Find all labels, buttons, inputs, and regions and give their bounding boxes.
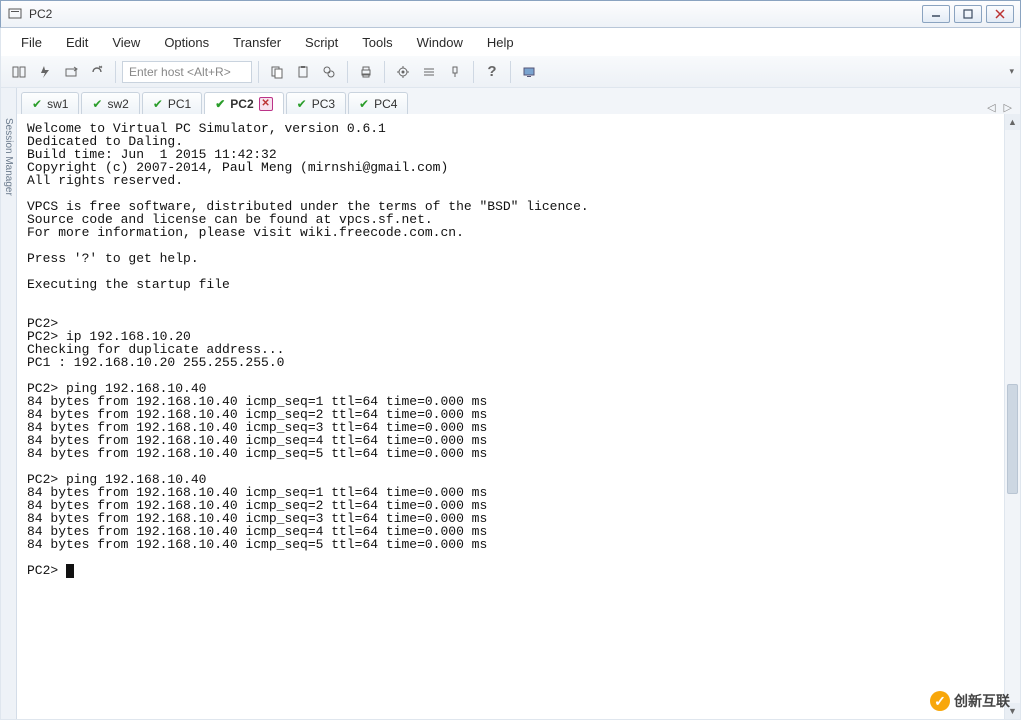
app-icon	[7, 6, 23, 22]
host-placeholder: Enter host <Alt+R>	[129, 65, 231, 79]
toolbar-separator	[510, 61, 511, 83]
tab-close-icon[interactable]: ✕	[259, 97, 273, 111]
tab-label: sw1	[47, 97, 68, 111]
disconnect-icon[interactable]	[85, 60, 109, 84]
toolbar-separator	[384, 61, 385, 83]
tab-pc4[interactable]: ✔ PC4	[348, 92, 408, 114]
tab-pc2[interactable]: ✔ PC2 ✕	[204, 92, 283, 114]
toolbar-overflow-icon[interactable]: ▾	[1009, 66, 1014, 77]
reconnect-icon[interactable]	[59, 60, 83, 84]
paste-icon[interactable]	[291, 60, 315, 84]
options-icon[interactable]	[391, 60, 415, 84]
tab-label: PC2	[230, 97, 253, 111]
find-icon[interactable]	[317, 60, 341, 84]
menu-transfer[interactable]: Transfer	[223, 31, 291, 54]
menu-file[interactable]: File	[11, 31, 52, 54]
tab-pc3[interactable]: ✔ PC3	[286, 92, 346, 114]
left-gutter	[1, 88, 17, 114]
check-icon: ✔	[215, 97, 225, 111]
menu-script[interactable]: Script	[295, 31, 348, 54]
minimize-button[interactable]	[922, 5, 950, 23]
tab-label: PC4	[374, 97, 397, 111]
toolbar-separator	[258, 61, 259, 83]
session-options-icon[interactable]	[417, 60, 441, 84]
menu-help[interactable]: Help	[477, 31, 524, 54]
terminal-output: Welcome to Virtual PC Simulator, version…	[27, 121, 589, 578]
scroll-thumb[interactable]	[1007, 384, 1018, 494]
window-title: PC2	[29, 7, 922, 21]
tab-pc1[interactable]: ✔ PC1	[142, 92, 202, 114]
quick-connect-icon[interactable]	[33, 60, 57, 84]
menu-tools[interactable]: Tools	[352, 31, 402, 54]
toggle-icon[interactable]	[443, 60, 467, 84]
screen-icon[interactable]	[517, 60, 541, 84]
maximize-button[interactable]	[954, 5, 982, 23]
check-icon: ✔	[92, 97, 102, 111]
close-button[interactable]	[986, 5, 1014, 23]
tab-scroll-left-icon[interactable]: ◁	[987, 101, 995, 114]
copy-icon[interactable]	[265, 60, 289, 84]
toolbar-separator	[347, 61, 348, 83]
vertical-scrollbar[interactable]: ▲ ▼	[1004, 114, 1020, 719]
terminal-wrap: Welcome to Virtual PC Simulator, version…	[17, 114, 1020, 719]
body-area: Session Manager Welcome to Virtual PC Si…	[0, 114, 1021, 720]
tab-label: PC3	[312, 97, 335, 111]
menu-options[interactable]: Options	[154, 31, 219, 54]
help-icon[interactable]: ?	[480, 60, 504, 84]
toolbar: Enter host <Alt+R> ? ▾	[0, 56, 1021, 88]
menu-edit[interactable]: Edit	[56, 31, 98, 54]
check-icon: ✔	[153, 97, 163, 111]
watermark: ✓ 创新互联	[930, 691, 1010, 711]
toolbar-separator	[473, 61, 474, 83]
toolbar-separator	[115, 61, 116, 83]
tab-strip: ✔ sw1 ✔ sw2 ✔ PC1 ✔ PC2 ✕ ✔ PC3 ✔ PC4 ◁ ▷	[0, 88, 1021, 114]
menu-bar: File Edit View Options Transfer Script T…	[0, 28, 1021, 56]
scroll-up-icon[interactable]: ▲	[1005, 114, 1020, 130]
host-input[interactable]: Enter host <Alt+R>	[122, 61, 252, 83]
session-manager-gutter[interactable]: Session Manager	[1, 114, 17, 719]
tab-sw2[interactable]: ✔ sw2	[81, 92, 139, 114]
menu-window[interactable]: Window	[407, 31, 473, 54]
tab-label: sw2	[107, 97, 128, 111]
session-manager-icon[interactable]	[7, 60, 31, 84]
tab-sw1[interactable]: ✔ sw1	[21, 92, 79, 114]
cursor	[66, 564, 74, 578]
check-icon: ✔	[297, 97, 307, 111]
window-titlebar: PC2	[0, 0, 1021, 28]
check-icon: ✔	[32, 97, 42, 111]
print-icon[interactable]	[354, 60, 378, 84]
tab-label: PC1	[168, 97, 191, 111]
tabs-container: ✔ sw1 ✔ sw2 ✔ PC1 ✔ PC2 ✕ ✔ PC3 ✔ PC4 ◁ ▷	[17, 88, 1020, 114]
check-icon: ✔	[359, 97, 369, 111]
watermark-logo-icon: ✓	[930, 691, 950, 711]
terminal[interactable]: Welcome to Virtual PC Simulator, version…	[17, 114, 1004, 719]
menu-view[interactable]: View	[102, 31, 150, 54]
tab-scroll-right-icon[interactable]: ▷	[1004, 101, 1012, 114]
watermark-text: 创新互联	[954, 691, 1010, 711]
